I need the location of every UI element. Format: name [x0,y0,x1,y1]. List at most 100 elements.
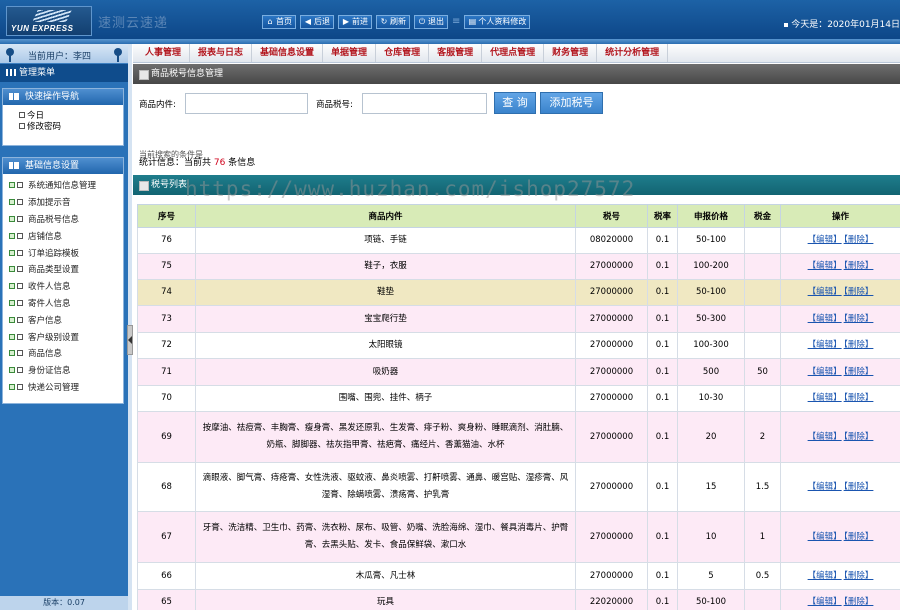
cell-content: 项链、手链 [195,227,576,254]
cell-taxno: 27000000 [575,562,648,590]
edit-link[interactable]: 【编辑】 [808,482,842,492]
sidebar-item-7[interactable]: 寄件人信息 [9,295,123,312]
cell-tax: 0.5 [744,562,781,590]
toolbar-button-3[interactable]: ↻ 刷新 [376,15,410,29]
delete-link[interactable]: 【删除】 [844,571,874,581]
profile-icon: ▤ [468,17,477,26]
delete-link[interactable]: 【删除】 [844,261,874,271]
nav-tab-1[interactable]: 报表与日志 [190,44,253,62]
taxno-search-input[interactable] [362,93,487,114]
delete-link[interactable]: 【删除】 [844,287,874,297]
sidebar-item-4[interactable]: 订单追踪模板 [9,244,123,261]
edit-link[interactable]: 【编辑】 [808,393,842,403]
toolbar-button-2[interactable]: ▶ 前进 [338,15,372,29]
column-header: 操作 [780,204,900,228]
cell-actions: 【编辑】 【删除】 [780,227,900,254]
cell-id: 72 [137,332,196,359]
settings-icon [9,316,15,323]
nav-tab-3[interactable]: 单据管理 [323,44,377,62]
query-button[interactable]: 查 询 [494,92,536,114]
sidebar-item-11[interactable]: 身份证信息 [9,362,123,379]
nav-tab-6[interactable]: 代理点管理 [482,44,545,62]
edit-link[interactable]: 【编辑】 [808,235,842,245]
page-icon [17,316,23,323]
quick-nav-item[interactable]: 今日 [9,109,123,121]
page-icon [19,122,25,129]
edit-link[interactable]: 【编辑】 [808,571,842,581]
today-date: 今天是：2020年01月14日 [784,17,900,30]
module-nav: 人事管理 报表与日志 基础信息设置 单据管理 仓库管理 客服管理 代理点管理 财务管理 统计分析… [133,44,900,63]
sidebar-item-5[interactable]: 商品类型设置 [9,261,123,278]
cell-price: 50-100 [677,227,745,254]
settings-icon [9,350,15,357]
column-header: 序号 [137,204,196,228]
profile-edit-button[interactable]: ▤ 个人资料修改 [464,15,531,29]
toolbar-button-label: 退出 [428,17,444,26]
page-icon [17,249,23,256]
home-icon: ⌂ [267,17,273,26]
cell-price: 20 [677,411,745,463]
toolbar-button-4[interactable]: ⏻ 退出 [414,15,448,29]
quick-nav-item[interactable]: 修改密码 [9,120,123,132]
menu-icon [6,69,16,76]
nav-tab-7[interactable]: 财务管理 [544,44,598,62]
cell-tax: 1 [744,511,781,563]
sidebar-item-10[interactable]: 商品信息 [9,345,123,362]
cell-taxno: 27000000 [575,358,648,386]
add-taxno-button[interactable]: 添加税号 [540,92,603,114]
page-icon [17,367,23,374]
content-search-input[interactable] [185,93,308,114]
delete-link[interactable]: 【删除】 [844,482,874,492]
cell-actions: 【编辑】 【删除】 [780,589,900,610]
nav-tab-8[interactable]: 统计分析管理 [597,44,669,62]
edit-link[interactable]: 【编辑】 [808,597,842,607]
quick-nav-title[interactable]: 快速操作导航 [3,89,123,105]
cell-price: 50-300 [677,305,745,333]
edit-link[interactable]: 【编辑】 [808,532,842,542]
edit-link[interactable]: 【编辑】 [808,367,842,377]
panel-icon [9,162,19,169]
basic-settings-title[interactable]: 基础信息设置 [3,158,123,174]
delete-link[interactable]: 【删除】 [844,340,874,350]
cell-actions: 【编辑】 【删除】 [780,462,900,512]
sidebar-item-12[interactable]: 快递公司管理 [9,379,123,396]
edit-link[interactable]: 【编辑】 [808,314,842,324]
cell-tax [744,332,781,359]
sidebar-item-2[interactable]: 商品税号信息 [9,211,123,228]
delete-link[interactable]: 【删除】 [844,367,874,377]
page-icon [17,283,23,290]
edit-link[interactable]: 【编辑】 [808,261,842,271]
nav-tab-0[interactable]: 人事管理 [133,44,191,62]
delete-link[interactable]: 【删除】 [844,597,874,607]
cell-actions: 【编辑】 【删除】 [780,253,900,280]
nav-tab-4[interactable]: 仓库管理 [376,44,430,62]
delete-link[interactable]: 【删除】 [844,532,874,542]
delete-link[interactable]: 【删除】 [844,432,874,442]
sidebar-item-1[interactable]: 添加提示音 [9,194,123,211]
delete-link[interactable]: 【删除】 [844,235,874,245]
sidebar-item-3[interactable]: 店铺信息 [9,227,123,244]
edit-link[interactable]: 【编辑】 [808,432,842,442]
toolbar-button-1[interactable]: ◀ 后退 [300,15,334,29]
sidebar-item-9[interactable]: 客户级别设置 [9,328,123,345]
nav-tab-2[interactable]: 基础信息设置 [252,44,324,62]
toolbar-button-0[interactable]: ⌂ 首页 [262,15,296,29]
settings-icon [9,367,15,374]
sidebar-item-6[interactable]: 收件人信息 [9,278,123,295]
settings-icon [9,283,15,290]
current-user: 当前用户：李四 [28,52,92,62]
sidebar-item-0[interactable]: 系统通知信息管理 [9,177,123,194]
page-icon [17,333,23,340]
edit-link[interactable]: 【编辑】 [808,287,842,297]
delete-link[interactable]: 【删除】 [844,393,874,403]
menu-title: 管理菜单 [0,64,128,82]
cell-content: 玩具 [195,589,576,610]
cell-content: 鞋垫 [195,279,576,306]
sidebar-item-8[interactable]: 客户信息 [9,311,123,328]
cell-price: 500 [677,358,745,386]
nav-tab-5[interactable]: 客服管理 [429,44,483,62]
sidebar-item-label: 客户级别设置 [28,332,80,343]
delete-link[interactable]: 【删除】 [844,314,874,324]
edit-link[interactable]: 【编辑】 [808,340,842,350]
cell-price: 100-200 [677,253,745,280]
